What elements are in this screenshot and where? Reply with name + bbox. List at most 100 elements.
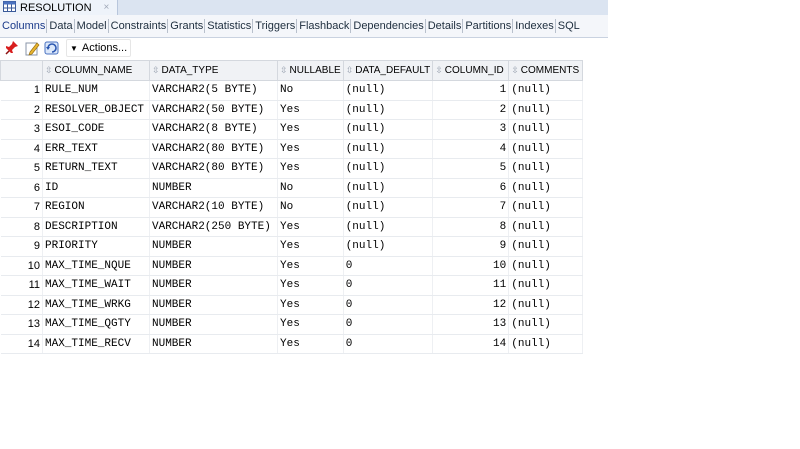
cell-name[interactable]: MAX_TIME_QGTY: [42, 314, 150, 335]
table-row[interactable]: 12 MAX_TIME_WRKG NUMBER Yes 0 12 (null): [0, 295, 584, 315]
cell-default[interactable]: 0: [343, 256, 434, 276]
cell-id[interactable]: 13: [432, 314, 510, 335]
cell-name[interactable]: PRIORITY: [42, 236, 150, 257]
cell-id[interactable]: 10: [432, 256, 510, 276]
cell-id[interactable]: 12: [432, 295, 510, 315]
table-row[interactable]: 1 RULE_NUM VARCHAR2(5 BYTE) No (null) 1 (null): [0, 80, 584, 101]
cell-default[interactable]: 0: [343, 334, 434, 354]
cell-type[interactable]: VARCHAR2(50 BYTE): [149, 100, 278, 120]
cell-comments[interactable]: (null): [508, 256, 584, 276]
cell-id[interactable]: 8: [432, 217, 510, 237]
tab-data[interactable]: Data: [46, 19, 73, 33]
sort-icon[interactable]: ⇳: [280, 65, 288, 75]
document-tab-resolution[interactable]: RESOLUTION ×: [0, 0, 118, 15]
cell-type[interactable]: NUMBER: [149, 334, 278, 354]
cell-default[interactable]: 0: [343, 275, 434, 296]
cell-comments[interactable]: (null): [508, 217, 584, 237]
cell-type[interactable]: VARCHAR2(80 BYTE): [149, 158, 278, 179]
tab-flashback[interactable]: Flashback: [296, 19, 350, 33]
cell-type[interactable]: NUMBER: [149, 256, 278, 276]
pin-icon[interactable]: [4, 40, 20, 56]
cell-id[interactable]: 7: [432, 197, 510, 218]
cell-name[interactable]: ESOI_CODE: [42, 119, 150, 140]
cell-comments[interactable]: (null): [508, 275, 584, 296]
sort-icon[interactable]: ⇳: [346, 65, 354, 75]
cell-default[interactable]: 0: [343, 295, 434, 315]
cell-name[interactable]: MAX_TIME_WRKG: [42, 295, 150, 315]
cell-id[interactable]: 9: [432, 236, 510, 257]
cell-name[interactable]: REGION: [42, 197, 150, 218]
column-header-data-type[interactable]: ⇳ DATA_TYPE: [149, 60, 278, 81]
cell-nullable[interactable]: No: [277, 178, 344, 198]
refresh-icon[interactable]: [44, 40, 60, 56]
cell-nullable[interactable]: Yes: [277, 217, 344, 237]
cell-id[interactable]: 4: [432, 139, 510, 159]
cell-nullable[interactable]: Yes: [277, 139, 344, 159]
cell-name[interactable]: RETURN_TEXT: [42, 158, 150, 179]
cell-comments[interactable]: (null): [508, 295, 584, 315]
cell-type[interactable]: NUMBER: [149, 314, 278, 335]
table-row[interactable]: 7 REGION VARCHAR2(10 BYTE) No (null) 7 (null): [0, 197, 584, 218]
close-icon[interactable]: ×: [104, 2, 110, 13]
cell-comments[interactable]: (null): [508, 334, 584, 354]
tab-triggers[interactable]: Triggers: [252, 19, 296, 33]
cell-nullable[interactable]: Yes: [277, 314, 344, 335]
cell-default[interactable]: (null): [343, 139, 434, 159]
cell-name[interactable]: MAX_TIME_RECV: [42, 334, 150, 354]
tab-model[interactable]: Model: [73, 19, 108, 33]
column-header-comments[interactable]: ⇳ COMMENTS: [508, 60, 584, 81]
cell-nullable[interactable]: Yes: [277, 275, 344, 296]
cell-nullable[interactable]: Yes: [277, 334, 344, 354]
cell-comments[interactable]: (null): [508, 100, 584, 120]
cell-type[interactable]: VARCHAR2(10 BYTE): [149, 197, 278, 218]
table-row[interactable]: 10 MAX_TIME_NQUE NUMBER Yes 0 10 (null): [0, 256, 584, 276]
cell-nullable[interactable]: No: [277, 197, 344, 218]
cell-nullable[interactable]: Yes: [277, 236, 344, 257]
cell-comments[interactable]: (null): [508, 197, 584, 218]
actions-button[interactable]: ▼ Actions...: [66, 39, 132, 57]
cell-comments[interactable]: (null): [508, 119, 584, 140]
table-row[interactable]: 8 DESCRIPTION VARCHAR2(250 BYTE) Yes (null) 8…: [0, 217, 584, 237]
tab-statistics[interactable]: Statistics: [204, 19, 252, 33]
cell-id[interactable]: 5: [432, 158, 510, 179]
cell-comments[interactable]: (null): [508, 178, 584, 198]
cell-type[interactable]: NUMBER: [149, 275, 278, 296]
column-header-nullable[interactable]: ⇳ NULLABLE: [277, 60, 344, 81]
cell-default[interactable]: (null): [343, 80, 434, 101]
cell-name[interactable]: RULE_NUM: [42, 80, 150, 101]
cell-type[interactable]: NUMBER: [149, 295, 278, 315]
tab-partitions[interactable]: Partitions: [462, 19, 512, 33]
cell-default[interactable]: (null): [343, 119, 434, 140]
cell-nullable[interactable]: Yes: [277, 256, 344, 276]
cell-comments[interactable]: (null): [508, 80, 584, 101]
cell-id[interactable]: 1: [432, 80, 510, 101]
cell-default[interactable]: (null): [343, 178, 434, 198]
cell-id[interactable]: 14: [432, 334, 510, 354]
tab-grants[interactable]: Grants: [167, 19, 204, 33]
cell-type[interactable]: NUMBER: [149, 236, 278, 257]
table-row[interactable]: 11 MAX_TIME_WAIT NUMBER Yes 0 11 (null): [0, 275, 584, 296]
table-row[interactable]: 2 RESOLVER_OBJECT VARCHAR2(50 BYTE) Yes (nul…: [0, 100, 584, 120]
table-row[interactable]: 14 MAX_TIME_RECV NUMBER Yes 0 14 (null): [0, 334, 584, 354]
tab-sql[interactable]: SQL: [554, 19, 581, 33]
cell-nullable[interactable]: Yes: [277, 119, 344, 140]
cell-type[interactable]: NUMBER: [149, 178, 278, 198]
cell-type[interactable]: VARCHAR2(250 BYTE): [149, 217, 278, 237]
cell-default[interactable]: (null): [343, 100, 434, 120]
cell-id[interactable]: 6: [432, 178, 510, 198]
column-header-column-id[interactable]: ⇳ COLUMN_ID: [432, 60, 510, 81]
sort-icon[interactable]: ⇳: [45, 65, 53, 75]
cell-name[interactable]: DESCRIPTION: [42, 217, 150, 237]
cell-nullable[interactable]: Yes: [277, 100, 344, 120]
cell-name[interactable]: ID: [42, 178, 150, 198]
tab-constraints[interactable]: Constraints: [107, 19, 168, 33]
cell-comments[interactable]: (null): [508, 314, 584, 335]
edit-icon[interactable]: [24, 40, 40, 56]
cell-nullable[interactable]: Yes: [277, 158, 344, 179]
tab-details[interactable]: Details: [424, 19, 463, 33]
column-header-data-default[interactable]: ⇳ DATA_DEFAULT: [342, 60, 434, 81]
table-row[interactable]: 13 MAX_TIME_QGTY NUMBER Yes 0 13 (null): [0, 314, 584, 335]
cell-type[interactable]: VARCHAR2(80 BYTE): [149, 139, 278, 159]
cell-id[interactable]: 3: [432, 119, 510, 140]
sort-icon[interactable]: ⇳: [511, 65, 519, 75]
